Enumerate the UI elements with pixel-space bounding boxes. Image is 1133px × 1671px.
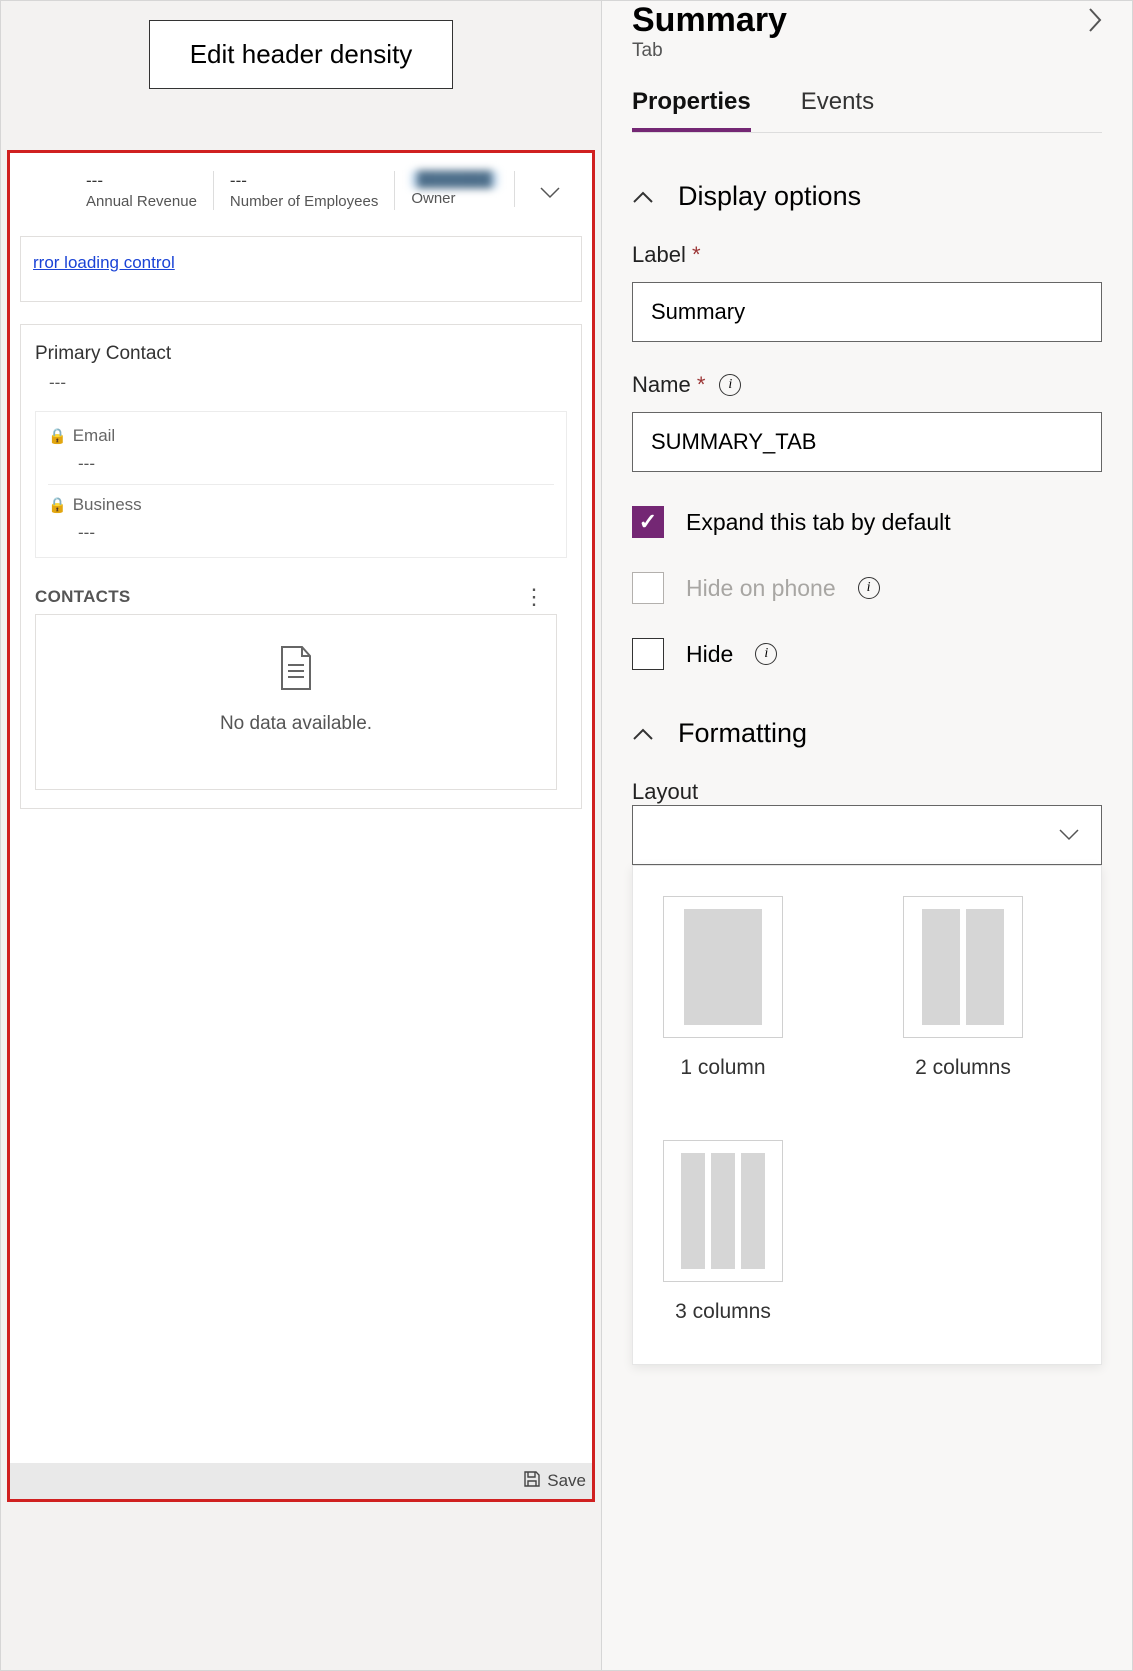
document-icon — [36, 645, 556, 701]
tab-events[interactable]: Events — [801, 88, 874, 132]
edit-header-density-button[interactable]: Edit header density — [149, 20, 454, 89]
primary-contact-value: --- — [49, 373, 567, 393]
num-employees-value: --- — [230, 171, 378, 191]
business-label: Business — [73, 495, 142, 514]
error-card: rror loading control — [20, 236, 582, 302]
name-field-label: Name — [632, 372, 691, 397]
chevron-right-icon[interactable] — [1088, 7, 1102, 40]
contacts-heading: CONTACTS — [35, 587, 131, 607]
layout-select[interactable] — [632, 805, 1102, 865]
annual-revenue-value: --- — [86, 171, 197, 191]
hide-on-phone-label: Hide on phone — [686, 575, 836, 602]
layout-option-2-columns[interactable]: 2 columns — [903, 896, 1023, 1080]
num-employees-label: Number of Employees — [230, 193, 378, 210]
contacts-empty: No data available. — [35, 614, 557, 790]
header-field-owner[interactable]: ███████ Owner — [395, 171, 514, 207]
lock-icon: 🔒 — [48, 428, 67, 445]
business-field[interactable]: 🔒 Business --- — [48, 485, 554, 553]
layout-option-label: 3 columns — [675, 1300, 771, 1324]
layout-option-1-column[interactable]: 1 column — [663, 896, 783, 1080]
layout-preview-icon — [663, 896, 783, 1038]
info-icon[interactable]: i — [755, 643, 777, 665]
owner-value: ███████ — [411, 171, 497, 188]
panel-title: Summary — [632, 1, 787, 40]
info-icon[interactable]: i — [719, 374, 741, 396]
chevron-up-icon — [632, 190, 654, 204]
formatting-title: Formatting — [678, 718, 807, 749]
label-field-label: Label — [632, 242, 686, 267]
email-label: Email — [73, 426, 116, 445]
display-options-title: Display options — [678, 181, 861, 212]
header-field-annual-revenue[interactable]: --- Annual Revenue — [70, 171, 214, 210]
layout-option-3-columns[interactable]: 3 columns — [663, 1140, 783, 1324]
layout-option-label: 1 column — [680, 1056, 765, 1080]
chevron-up-icon — [632, 727, 654, 741]
layout-dropdown: 1 column 2 columns 3 columns — [632, 865, 1102, 1365]
business-value: --- — [78, 523, 554, 543]
formatting-header[interactable]: Formatting — [632, 718, 1102, 749]
display-options-header[interactable]: Display options — [632, 181, 1102, 212]
name-input[interactable] — [632, 412, 1102, 472]
tab-properties[interactable]: Properties — [632, 88, 751, 132]
more-icon[interactable]: ⋮ — [523, 584, 555, 610]
label-input[interactable] — [632, 282, 1102, 342]
save-icon[interactable] — [523, 1470, 541, 1493]
panel-subtitle: Tab — [632, 40, 787, 62]
primary-contact-title: Primary Contact — [35, 343, 567, 365]
expand-default-checkbox[interactable] — [632, 506, 664, 538]
chevron-down-icon[interactable] — [540, 183, 560, 204]
no-data-text: No data available. — [36, 713, 556, 735]
annual-revenue-label: Annual Revenue — [86, 193, 197, 210]
error-loading-control-link[interactable]: rror loading control — [33, 253, 175, 272]
hide-label: Hide — [686, 641, 733, 668]
layout-preview-icon — [903, 896, 1023, 1038]
owner-label: Owner — [411, 190, 497, 207]
layout-label: Layout — [632, 779, 1102, 805]
email-field[interactable]: 🔒 Email --- — [48, 416, 554, 485]
layout-option-label: 2 columns — [915, 1056, 1011, 1080]
primary-contact-card: Primary Contact --- 🔒 Email --- 🔒 Business… — [20, 324, 582, 809]
form-header: --- Annual Revenue --- Number of Employe… — [10, 153, 592, 236]
email-value: --- — [78, 454, 554, 474]
info-icon[interactable]: i — [858, 577, 880, 599]
hide-checkbox[interactable] — [632, 638, 664, 670]
expand-default-label: Expand this tab by default — [686, 509, 951, 536]
chevron-down-icon — [1059, 829, 1079, 841]
save-label[interactable]: Save — [547, 1471, 586, 1491]
form-preview: --- Annual Revenue --- Number of Employe… — [7, 150, 595, 1502]
save-bar: Save — [10, 1463, 592, 1499]
header-field-num-employees[interactable]: --- Number of Employees — [214, 171, 395, 210]
layout-preview-icon — [663, 1140, 783, 1282]
hide-on-phone-checkbox — [632, 572, 664, 604]
lock-icon: 🔒 — [48, 497, 67, 514]
